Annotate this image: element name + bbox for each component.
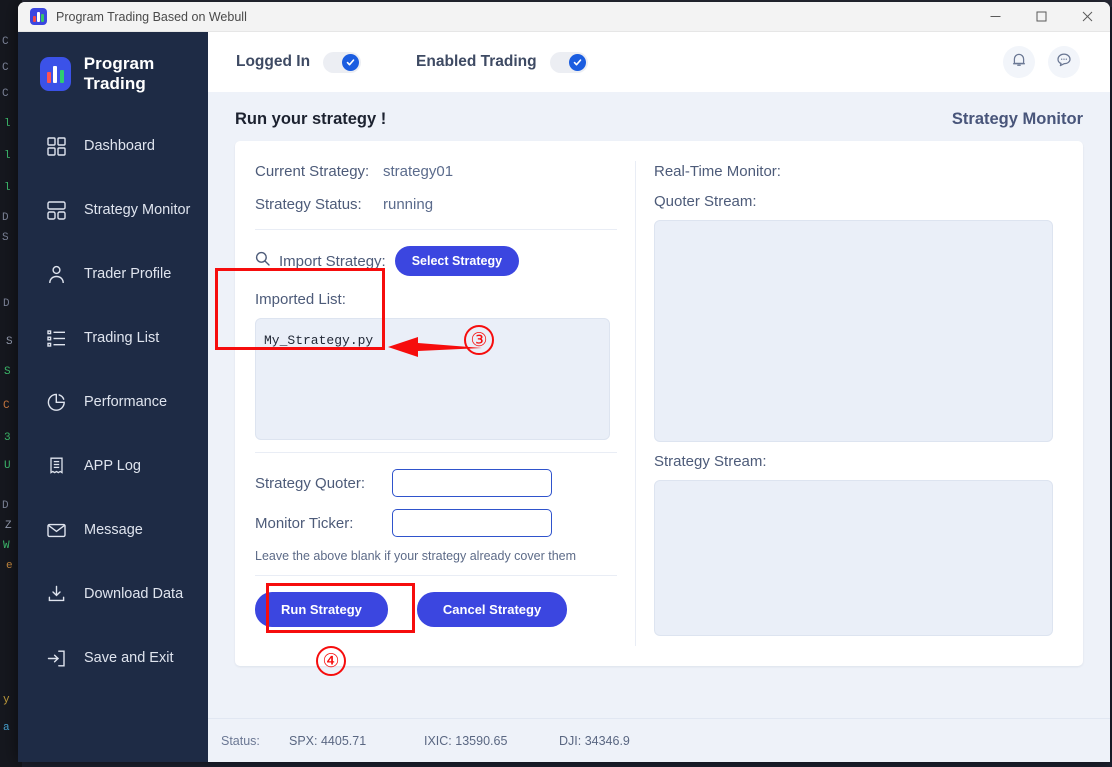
sidebar-item-label: Dashboard [84,138,155,154]
run-strategy-button[interactable]: Run Strategy [255,592,388,627]
grid-icon [46,136,66,156]
close-button[interactable] [1064,2,1110,32]
sidebar-item-trading-list[interactable]: Trading List [18,306,208,370]
sidebar-item-label: Message [84,522,143,538]
sidebar-item-save-and-exit[interactable]: Save and Exit [18,626,208,690]
enabled-trading-switch[interactable] [549,51,588,73]
sidebar-item-download-data[interactable]: Download Data [18,562,208,626]
quoter-stream-box[interactable] [654,220,1053,442]
monitor-ticker-row: Monitor Ticker: [255,509,635,537]
brand: Program Trading [18,32,208,114]
strategy-form-panel: Current Strategy: strategy01 Strategy St… [235,141,635,666]
logout-icon [46,648,66,668]
sidebar-item-label: Download Data [84,586,184,602]
current-strategy-row: Current Strategy: strategy01 [255,163,635,180]
pie-chart-icon [46,392,66,412]
enabled-trading-label: Enabled Trading [416,53,537,70]
strategy-quoter-input[interactable] [392,469,552,497]
current-strategy-label: Current Strategy: [255,163,370,180]
app-icon [30,8,47,25]
sidebar-item-label: Save and Exit [84,650,174,666]
form-hint: Leave the above blank if your strategy a… [255,549,577,563]
sidebar-item-strategy-monitor[interactable]: Strategy Monitor [18,178,208,242]
status-item-spx: SPX: 4405.71 [289,733,367,748]
logged-in-toggle-group: Logged In [236,51,362,73]
enabled-trading-toggle-group: Enabled Trading [416,51,588,73]
realtime-monitor-panel: Real-Time Monitor: Quoter Stream: Strate… [636,141,1083,666]
topbar-actions [1003,46,1080,78]
mail-icon [46,520,66,540]
strategy-status-row: Strategy Status: running [255,196,635,213]
check-icon [568,53,586,71]
brand-title: Program Trading [83,54,155,93]
window-title: Program Trading Based on Webull [56,9,247,24]
content-area: Logged In Enabled Trading Run your strat… [208,32,1110,762]
quoter-stream-label: Quoter Stream: [654,193,757,210]
logged-in-switch[interactable] [323,51,362,73]
check-icon [342,53,360,71]
status-item-dji: DJI: 34346.9 [559,733,630,748]
logged-in-label: Logged In [236,53,311,70]
bell-icon [1011,52,1027,73]
divider [255,575,617,576]
sidebar-item-performance[interactable]: Performance [18,370,208,434]
chat-button[interactable] [1048,46,1080,78]
strategy-status-value: running [383,196,434,213]
cancel-strategy-button[interactable]: Cancel Strategy [416,592,568,627]
list-icon [46,328,66,348]
sidebar-item-label: Trading List [84,330,160,346]
app-window: Program Trading Based on Webull Program … [18,2,1110,762]
strategy-card: Current Strategy: strategy01 Strategy St… [235,141,1083,666]
window-controls [972,2,1110,32]
titlebar: Program Trading Based on Webull [18,2,1110,32]
sidebar-item-label: Trader Profile [84,266,172,282]
imported-list-box[interactable]: My_Strategy.py [255,318,610,440]
divider [255,452,617,453]
monitor-ticker-label: Monitor Ticker: [255,514,354,532]
sidebar-item-app-log[interactable]: APP Log [18,434,208,498]
strategy-quoter-label: Strategy Quoter: [255,474,366,492]
statusbar: Status: SPX: 4405.71 IXIC: 13590.65 DJI:… [208,718,1110,762]
page-title: Run your strategy ! [235,110,387,128]
sidebar-item-trader-profile[interactable]: Trader Profile [18,242,208,306]
user-icon [46,264,66,284]
sidebar-item-label: Performance [84,394,168,410]
strategy-stream-box[interactable] [654,480,1053,636]
imported-file-item[interactable]: My_Strategy.py [264,333,609,348]
receipt-icon [46,456,66,476]
import-strategy-row: Import Strategy: Select Strategy [255,246,635,276]
strategy-quoter-row: Strategy Quoter: [255,469,635,497]
sidebar-item-label: Strategy Monitor [84,202,191,218]
topbar: Logged In Enabled Trading [208,32,1110,92]
action-buttons: Run Strategy Cancel Strategy [255,592,635,627]
notification-button[interactable] [1003,46,1035,78]
strategy-stream-label: Strategy Stream: [654,453,767,470]
imported-list-label: Imported List: [255,291,346,308]
status-label: Status: [221,733,260,748]
section-header: Run your strategy ! Strategy Monitor [235,110,1083,129]
download-icon [46,584,66,604]
sidebar-item-label: APP Log [84,458,141,474]
chat-bubble-icon [1056,52,1072,73]
realtime-monitor-label: Real-Time Monitor: [654,163,781,180]
status-item-ixic: IXIC: 13590.65 [424,733,508,748]
current-strategy-value: strategy01 [383,163,454,180]
maximize-button[interactable] [1018,2,1064,32]
sidebar-item-message[interactable]: Message [18,498,208,562]
sidebar: Program Trading Dashboard Strategy Monit… [18,32,208,762]
strategy-status-label: Strategy Status: [255,196,362,213]
import-strategy-label: Import Strategy: [279,252,386,270]
select-strategy-button[interactable]: Select Strategy [394,246,520,276]
monitor-ticker-input[interactable] [392,509,552,537]
minimize-button[interactable] [972,2,1018,32]
main-panel: Run your strategy ! Strategy Monitor Cur… [208,92,1110,718]
divider [255,229,617,230]
layout-icon [46,200,66,220]
search-icon [255,251,270,271]
brand-logo-icon [40,57,71,91]
page-subtitle: Strategy Monitor [951,110,1083,128]
sidebar-item-dashboard[interactable]: Dashboard [18,114,208,178]
